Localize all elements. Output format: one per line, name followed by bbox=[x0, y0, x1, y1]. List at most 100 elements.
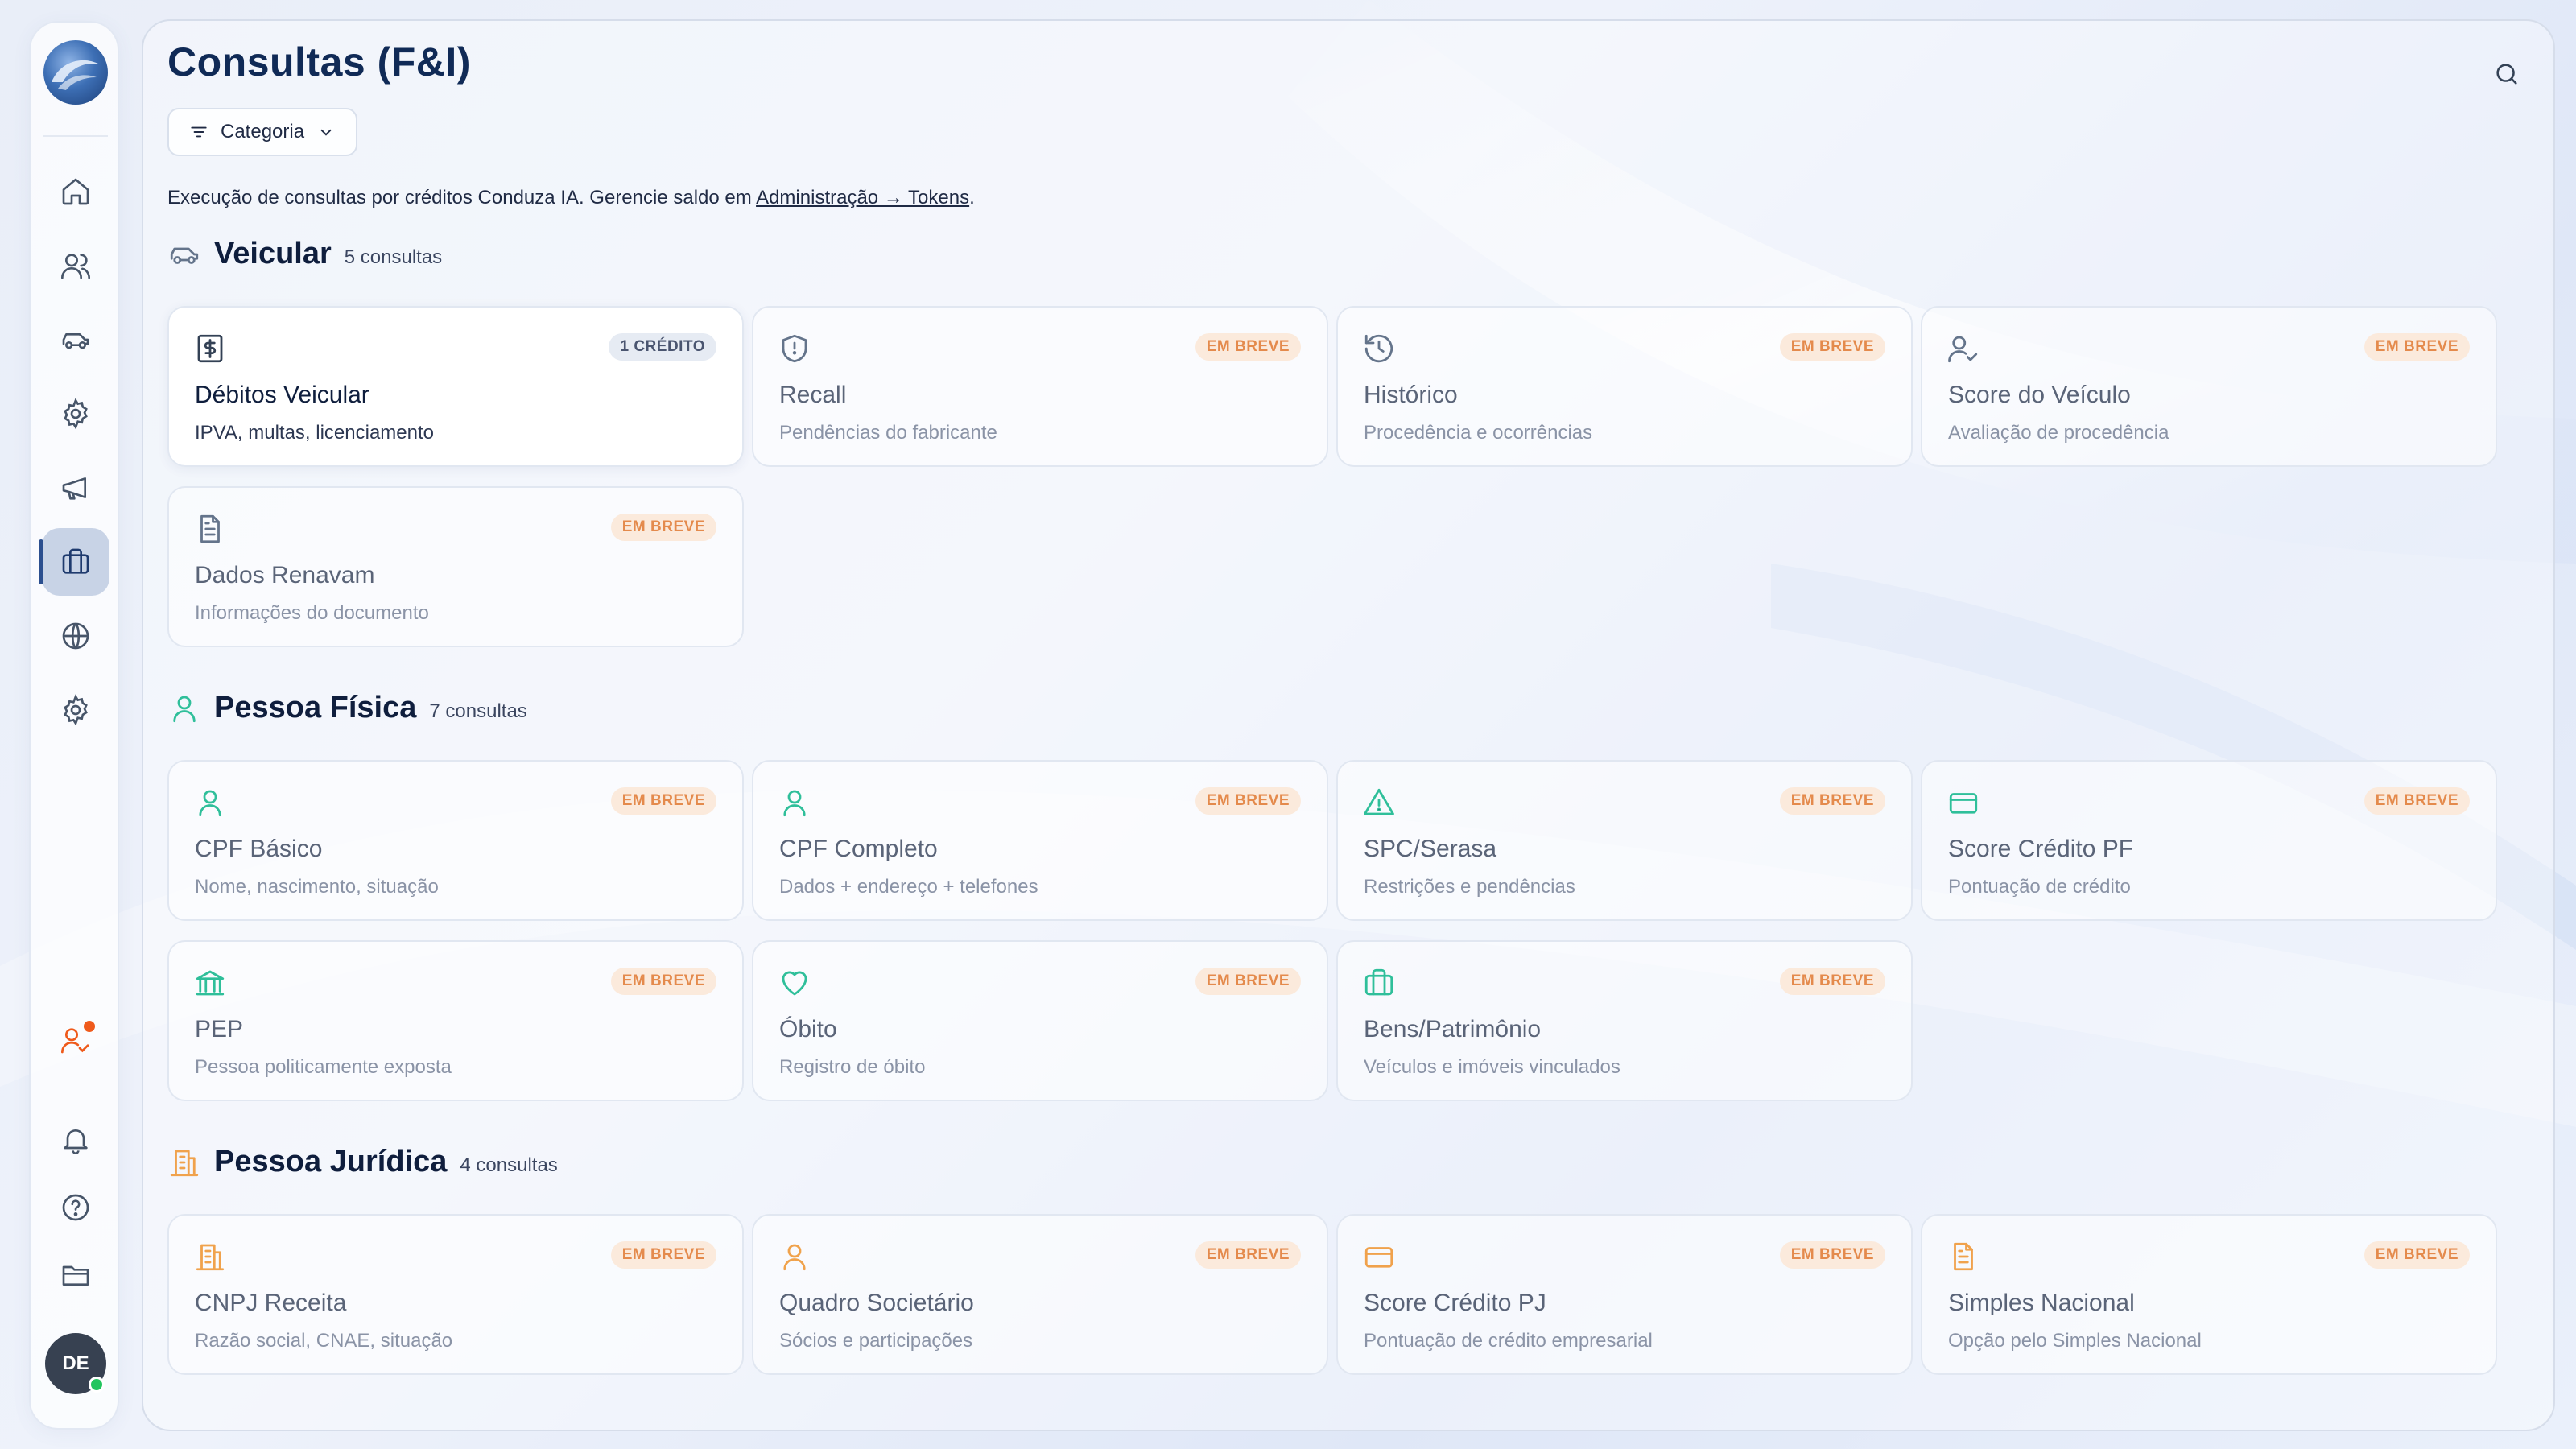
consultation-card[interactable]: EM BREVE Score Crédito PF Pontuação de cré… bbox=[1921, 760, 2497, 921]
user-icon bbox=[173, 696, 196, 722]
sidebar-item-settings[interactable] bbox=[42, 380, 109, 448]
card-badge: EM BREVE bbox=[610, 787, 716, 815]
consultation-card[interactable]: EM BREVE Score Crédito PJ Pontuação de cré… bbox=[1336, 1214, 1913, 1375]
app-logo[interactable] bbox=[43, 40, 108, 105]
sidebar-item-help[interactable] bbox=[42, 1174, 109, 1241]
warning-icon bbox=[1364, 788, 1394, 815]
section-count: 4 consultas bbox=[460, 1154, 558, 1176]
page-description: Execução de consultas por créditos Condu… bbox=[167, 187, 975, 209]
card-badge: EM BREVE bbox=[610, 1241, 716, 1269]
card-icon bbox=[193, 786, 227, 819]
building-icon bbox=[170, 1150, 199, 1176]
card-title: Score Crédito PF bbox=[1948, 836, 2134, 862]
consultation-card[interactable]: EM BREVE Quadro Societário Sócios e partic… bbox=[752, 1214, 1328, 1375]
search-icon bbox=[2496, 64, 2517, 85]
card-icon bbox=[193, 332, 227, 365]
sidebar-item-home[interactable] bbox=[42, 158, 109, 225]
card-title: Score Crédito PJ bbox=[1364, 1290, 1546, 1316]
chevron-down-icon bbox=[320, 129, 332, 136]
section-title: Pessoa Física bbox=[214, 691, 417, 724]
users-icon bbox=[61, 254, 90, 279]
megaphone-icon bbox=[62, 477, 86, 500]
card-icon bbox=[1946, 1240, 1980, 1274]
card-icon bbox=[778, 966, 811, 1000]
consultation-card[interactable]: EM BREVE Simples Nacional Opção pelo Simpl… bbox=[1921, 1214, 2497, 1375]
card-badge: EM BREVE bbox=[1195, 333, 1301, 361]
sidebar-item-marketing[interactable] bbox=[42, 454, 109, 522]
sidebar-item-leads[interactable] bbox=[42, 1006, 109, 1074]
card-badge: EM BREVE bbox=[2363, 787, 2470, 815]
card-icon bbox=[1362, 966, 1396, 1000]
bank-icon bbox=[196, 970, 225, 996]
card-icon bbox=[778, 1240, 811, 1274]
card-icon bbox=[1362, 1240, 1396, 1274]
card-badge: EM BREVE bbox=[2363, 1241, 2470, 1269]
search-button[interactable] bbox=[2484, 52, 2529, 97]
sidebar: DE bbox=[29, 21, 119, 1430]
consultation-card[interactable]: EM BREVE CNPJ Receita Razão social, CNAE, … bbox=[167, 1214, 744, 1375]
card-subtitle: Pendências do fabricante bbox=[779, 422, 997, 444]
admin-tokens-link[interactable]: Administração → Tokens bbox=[756, 187, 969, 208]
notification-dot bbox=[84, 1021, 95, 1032]
consultation-card[interactable]: EM BREVE PEP Pessoa politicamente exposta bbox=[167, 940, 744, 1101]
card-title: Dados Renavam bbox=[195, 562, 375, 588]
card-subtitle: Avaliação de procedência bbox=[1948, 422, 2169, 444]
category-filter-dropdown[interactable]: Categoria bbox=[167, 108, 358, 156]
card-badge: EM BREVE bbox=[2363, 333, 2470, 361]
card-title: PEP bbox=[195, 1016, 244, 1042]
sidebar-item-web[interactable] bbox=[42, 602, 109, 670]
card-subtitle: Procedência e ocorrências bbox=[1364, 422, 1593, 444]
avatar-initials: DE bbox=[62, 1352, 89, 1374]
card-badge: 1 CRÉDITO bbox=[609, 333, 716, 361]
folder-icon bbox=[62, 1265, 89, 1286]
filter-icon bbox=[191, 126, 207, 138]
document-icon bbox=[1954, 1242, 1973, 1271]
card-title: CPF Completo bbox=[779, 836, 938, 862]
sidebar-item-files[interactable] bbox=[42, 1241, 109, 1309]
card-title: Histórico bbox=[1364, 382, 1458, 408]
card-title: CPF Básico bbox=[195, 836, 323, 862]
user-icon bbox=[783, 1244, 806, 1271]
card-icon bbox=[1946, 332, 1980, 365]
card-badge: EM BREVE bbox=[1779, 968, 1885, 995]
card-subtitle: Razão social, CNAE, situação bbox=[195, 1330, 453, 1352]
consultation-card[interactable]: EM BREVE Bens/Patrimônio Veículos e imóvei… bbox=[1336, 940, 1913, 1101]
section-title: Veicular bbox=[214, 237, 332, 270]
dollar-doc-icon bbox=[197, 334, 223, 363]
consultation-card[interactable]: EM BREVE CPF Completo Dados + endereço + t… bbox=[752, 760, 1328, 921]
consultation-card[interactable]: EM BREVE Recall Pendências do fabricante bbox=[752, 306, 1328, 467]
user-check-icon bbox=[1948, 336, 1978, 363]
sidebar-item-vehicles[interactable] bbox=[42, 306, 109, 374]
consultation-card[interactable]: EM BREVE CPF Básico Nome, nascimento, situ… bbox=[167, 760, 744, 921]
consultation-card[interactable]: EM BREVE Dados Renavam Informações do docu… bbox=[167, 486, 744, 647]
gear-icon bbox=[64, 694, 88, 726]
section-count: 7 consultas bbox=[429, 700, 527, 722]
sidebar-item-admin[interactable] bbox=[42, 676, 109, 744]
consultation-card[interactable]: EM BREVE Histórico Procedência e ocorrênci… bbox=[1336, 306, 1913, 467]
user-avatar[interactable]: DE bbox=[45, 1333, 106, 1394]
card-title: Score do Veículo bbox=[1948, 382, 2131, 408]
card-title: Bens/Patrimônio bbox=[1364, 1016, 1542, 1042]
shield-icon bbox=[782, 334, 807, 363]
card-subtitle: IPVA, multas, licenciamento bbox=[195, 422, 435, 444]
consultation-card[interactable]: 1 CRÉDITO Débitos Veicular IPVA, multas, l… bbox=[167, 306, 744, 467]
user-icon bbox=[199, 790, 221, 817]
consultation-card[interactable]: EM BREVE Score do Veículo Avaliação de pro… bbox=[1921, 306, 2497, 467]
consultation-card[interactable]: EM BREVE SPC/Serasa Restrições e pendência… bbox=[1336, 760, 1913, 921]
card-badge: EM BREVE bbox=[1195, 1241, 1301, 1269]
card-subtitle: Opção pelo Simples Nacional bbox=[1948, 1330, 2202, 1352]
main-panel: Consultas (F&I) Categoria Execução de co… bbox=[142, 19, 2555, 1431]
card-icon bbox=[1362, 332, 1396, 365]
card-badge: EM BREVE bbox=[610, 514, 716, 541]
page-title: Consultas (F&I) bbox=[167, 39, 471, 85]
sidebar-item-consultas[interactable] bbox=[39, 528, 109, 596]
help-icon bbox=[62, 1194, 89, 1221]
sidebar-item-users[interactable] bbox=[42, 232, 109, 299]
sidebar-item-notifications[interactable] bbox=[42, 1106, 109, 1174]
heart-icon bbox=[782, 971, 807, 996]
card-subtitle: Nome, nascimento, situação bbox=[195, 876, 439, 898]
consultation-card[interactable]: EM BREVE Óbito Registro de óbito bbox=[752, 940, 1328, 1101]
section-header: Pessoa Física 7 consultas bbox=[167, 691, 527, 725]
bell-icon bbox=[64, 1129, 88, 1154]
section-icon bbox=[167, 237, 201, 271]
